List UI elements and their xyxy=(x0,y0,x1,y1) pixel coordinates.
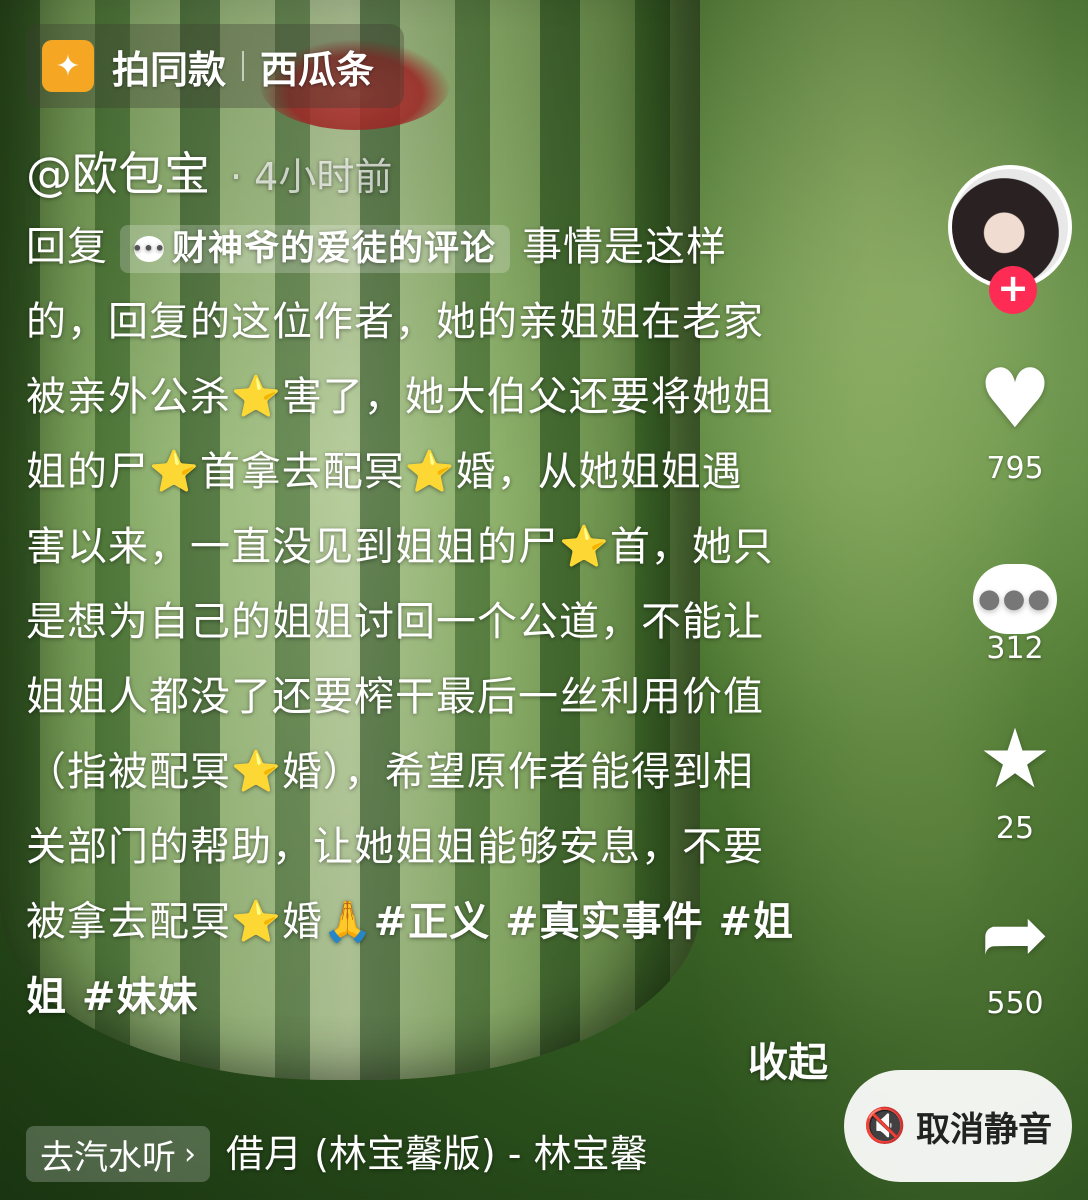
share-icon: ➦ xyxy=(980,887,1050,982)
video-caption[interactable]: 回复 ••• 财神爷的爱徒的评论 事情是这样 的，回复的这位作者，她的亲姐姐在老家 被… xyxy=(26,210,826,1035)
caption-text: 关部门的帮助，让她姐姐能够安息，不要 xyxy=(26,824,764,870)
chevron-right-icon: › xyxy=(184,1136,196,1172)
caption-text: （指被配冥 xyxy=(26,749,231,795)
unmute-label: 取消静音 xyxy=(916,1109,1053,1150)
caption-text: 是想为自己的姐姐讨回一个公道，不能让 xyxy=(26,599,764,645)
caption-text: 首拿去配冥 xyxy=(199,449,405,495)
hashtags[interactable]: #正义 #真实事件 #姐 xyxy=(374,899,794,945)
caption-text: 害了，她大伯父还要将她姐 xyxy=(281,374,774,420)
follow-button[interactable]: + xyxy=(989,266,1037,314)
tag-divider xyxy=(242,51,245,81)
like-button[interactable]: ♥ 795 xyxy=(955,352,1075,487)
listen-label: 去汽水听 xyxy=(40,1137,176,1178)
star-emoji: ⭐ xyxy=(559,524,610,570)
caption-text: 被亲外公杀 xyxy=(26,374,231,420)
caption-text: 首，她只 xyxy=(609,524,774,570)
template-tag[interactable]: ✦ 拍同款 西瓜条 xyxy=(26,24,404,108)
share-button[interactable]: ➦ 550 xyxy=(955,887,1075,1022)
caption-text: 婚，从她姐姐遇 xyxy=(455,449,743,495)
music-title[interactable]: 借月 (林宝馨版) - 林宝馨 xyxy=(226,1126,648,1182)
caption-text: 姐的尸 xyxy=(26,449,149,495)
collapse-caption-button[interactable]: 收起 xyxy=(748,1030,828,1088)
sparkle-icon: ✦ xyxy=(42,40,94,92)
comment-count: 312 xyxy=(986,631,1044,666)
reply-prefix: 回复 xyxy=(26,224,108,270)
author-line: @欧包宝 · 4小时前 xyxy=(26,138,392,204)
star-emoji: ⭐ xyxy=(404,449,456,495)
hashtags[interactable]: 姐 #妹妹 xyxy=(26,974,198,1020)
caption-text: 姐姐人都没了还要榨干最后一丝利用价值 xyxy=(26,674,764,720)
caption-text: 婚），希望原作者能得到相 xyxy=(281,749,754,795)
star-emoji: ⭐ xyxy=(231,374,282,420)
reply-comment-chip[interactable]: ••• 财神爷的爱徒的评论 xyxy=(120,225,511,273)
tag-label-same-style: 拍同款 xyxy=(112,47,227,92)
caption-text: 害以来，一直没见到姐姐的尸 xyxy=(26,524,559,570)
favorite-count: 25 xyxy=(995,811,1035,846)
muted-speaker-icon: 🔇 xyxy=(863,1106,907,1146)
reply-chip-label: 财神爷的爱徒的评论 xyxy=(172,229,497,269)
heart-icon: ♥ xyxy=(978,352,1052,447)
star-emoji: ⭐ xyxy=(231,899,282,945)
author-handle[interactable]: @欧包宝 xyxy=(26,138,210,204)
like-count: 795 xyxy=(986,451,1044,486)
star-emoji: ⭐ xyxy=(231,749,282,795)
comment-icon: ●●● xyxy=(955,535,1075,634)
comment-button[interactable]: ●●● 312 xyxy=(955,535,1075,666)
caption-text: 事情是这样 xyxy=(522,224,728,270)
favorite-button[interactable]: ★ 25 xyxy=(955,712,1075,847)
post-time: · 4小时前 xyxy=(230,155,393,199)
comment-bubble-icon: ••• xyxy=(132,236,165,262)
pray-emoji: 🙏 xyxy=(322,899,374,945)
caption-text: 被拿去配冥 xyxy=(26,899,231,945)
caption-text: 的，回复的这位作者，她的亲姐姐在老家 xyxy=(26,299,764,345)
star-emoji: ⭐ xyxy=(149,449,200,495)
unmute-button[interactable]: 🔇 取消静音 xyxy=(844,1070,1072,1182)
caption-text: 婚 xyxy=(281,899,323,945)
share-count: 550 xyxy=(986,986,1044,1021)
star-icon: ★ xyxy=(978,712,1052,807)
listen-in-app-button[interactable]: 去汽水听 › xyxy=(26,1126,210,1182)
tag-label-topic: 西瓜条 xyxy=(260,47,375,92)
